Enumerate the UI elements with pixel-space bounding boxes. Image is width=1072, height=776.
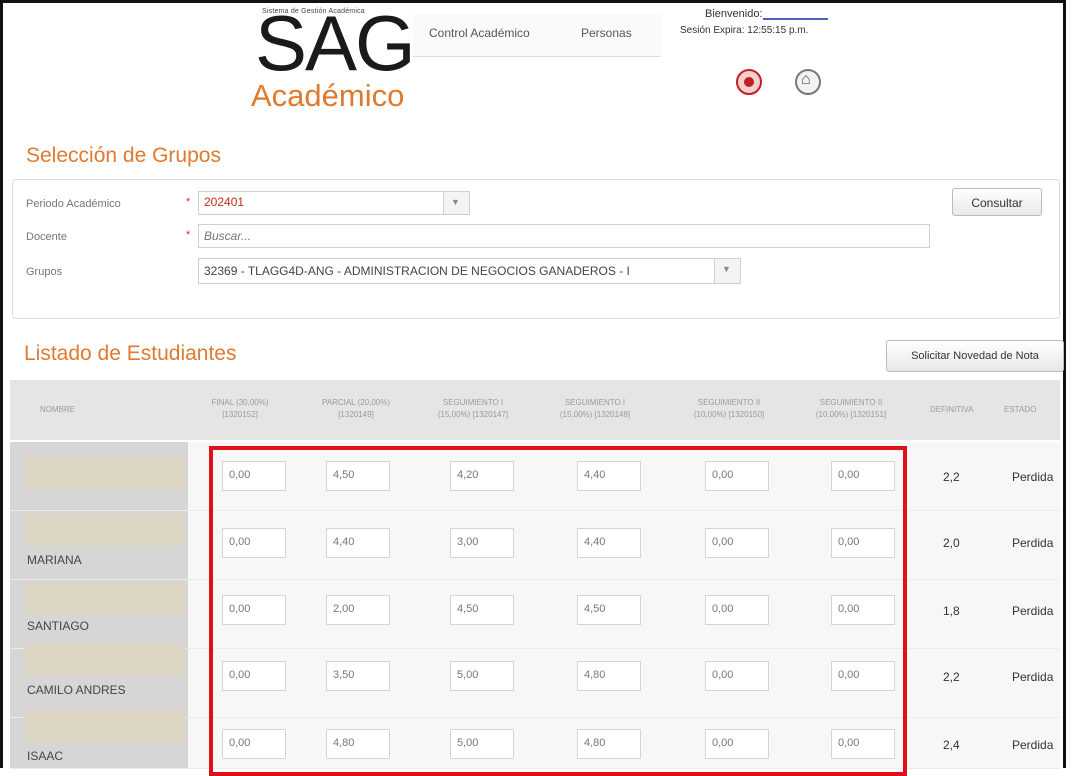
grade-input[interactable]: 0,00 (831, 461, 895, 491)
student-name: CAMILO ANDRES (27, 683, 126, 697)
grade-input[interactable]: 4,50 (326, 461, 390, 491)
grade-input[interactable]: 0,00 (831, 661, 895, 691)
estado-value: Perdida (1012, 738, 1054, 752)
grade-input[interactable]: 0,00 (222, 461, 286, 491)
logo-sag: SAG (255, 0, 416, 87)
grade-input[interactable]: 5,00 (450, 729, 514, 759)
grade-input[interactable]: 0,00 (222, 528, 286, 558)
column-header-seguimiento-2b: SEGUIMIENTO II (10,00%) [1320151] (815, 398, 887, 419)
docente-label: Docente (26, 231, 67, 243)
definitiva-value: 1,8 (943, 604, 960, 618)
grade-input[interactable]: 4,80 (577, 729, 641, 759)
grade-input[interactable]: 5,00 (450, 661, 514, 691)
estado-value: Perdida (1012, 536, 1054, 550)
definitiva-value: 2,2 (943, 470, 960, 484)
redacted-name (25, 514, 185, 546)
required-mark: * (186, 196, 191, 208)
top-navigation: Control Académico Personas (413, 14, 661, 57)
students-section-title: Listado de Estudiantes (24, 342, 237, 365)
grade-input[interactable]: 0,00 (222, 595, 286, 625)
chevron-down-icon[interactable] (714, 259, 740, 283)
grupos-select[interactable]: 32369 - TLAGG4D-ANG - ADMINISTRACION DE … (198, 258, 741, 284)
nav-control-academico[interactable]: Control Académico (429, 26, 530, 40)
redacted-name (25, 583, 185, 615)
grade-input[interactable]: 4,50 (450, 595, 514, 625)
column-header-parcial: PARCIAL (20,00%) [1320149] (321, 398, 391, 419)
grade-input[interactable]: 0,00 (831, 595, 895, 625)
column-header-final: FINAL (30,00%) [1320152] (211, 398, 269, 419)
welcome-text: Bienvenido: (705, 8, 763, 20)
estado-value: Perdida (1012, 604, 1054, 618)
grade-input[interactable]: 4,80 (326, 729, 390, 759)
periodo-select[interactable]: 202401 (198, 191, 470, 215)
grupos-label: Grupos (26, 266, 63, 278)
filter-panel (12, 179, 1060, 319)
docente-search-input[interactable] (198, 224, 930, 248)
column-header-definitiva: DEFINITIVA (930, 405, 974, 414)
consultar-button[interactable]: Consultar (952, 188, 1042, 216)
logout-icon[interactable] (736, 69, 762, 95)
definitiva-value: 2,4 (943, 738, 960, 752)
column-header-seguimiento-1a: SEGUIMIENTO I (15,00%) [1320147] (437, 398, 509, 419)
student-name: ISAAC (27, 749, 64, 763)
grade-input[interactable]: 0,00 (705, 729, 769, 759)
grade-input[interactable]: 4,50 (577, 595, 641, 625)
definitiva-value: 2,2 (943, 670, 960, 684)
grade-input[interactable]: 2,00 (326, 595, 390, 625)
grade-input[interactable]: 4,40 (577, 461, 641, 491)
grade-input[interactable]: 4,40 (577, 528, 641, 558)
grade-input[interactable]: 0,00 (705, 461, 769, 491)
grupos-select-value: 32369 - TLAGG4D-ANG - ADMINISTRACION DE … (204, 264, 630, 278)
grade-input[interactable]: 4,20 (450, 461, 514, 491)
definitiva-value: 2,0 (943, 536, 960, 550)
grade-input[interactable]: 3,00 (450, 528, 514, 558)
grade-input[interactable]: 4,80 (577, 661, 641, 691)
column-header-nombre: NOMBRE (40, 405, 76, 414)
grade-input[interactable]: 0,00 (222, 729, 286, 759)
chevron-down-icon[interactable] (443, 192, 469, 214)
required-mark: * (186, 229, 191, 241)
periodo-select-value: 202401 (204, 195, 245, 209)
column-header-seguimiento-2a: SEGUIMIENTO II (10,00%) [1320150] (693, 398, 765, 419)
logo-academico: Académico (251, 78, 405, 113)
groups-section-title: Selección de Grupos (26, 144, 221, 167)
grade-input[interactable]: 0,00 (705, 528, 769, 558)
estado-value: Perdida (1012, 670, 1054, 684)
nav-personas[interactable]: Personas (581, 26, 632, 40)
estado-value: Perdida (1012, 470, 1054, 484)
grade-input[interactable]: 0,00 (705, 595, 769, 625)
welcome-user-underline (763, 18, 828, 20)
grade-input[interactable]: 0,00 (831, 528, 895, 558)
grade-input[interactable]: 0,00 (705, 661, 769, 691)
periodo-label: Periodo Académico (26, 198, 121, 210)
column-header-seguimiento-1b: SEGUIMIENTO I (15,00%) [1320148] (559, 398, 631, 419)
student-name: MARIANA (27, 553, 82, 567)
grade-input[interactable]: 3,50 (326, 661, 390, 691)
column-header-estado: ESTADO (1004, 405, 1037, 414)
grade-input[interactable]: 4,40 (326, 528, 390, 558)
student-name: SANTIAGO (27, 619, 90, 633)
grade-input[interactable]: 0,00 (222, 661, 286, 691)
home-icon[interactable] (795, 69, 821, 95)
redacted-name (25, 456, 185, 489)
solicitar-novedad-button[interactable]: Solicitar Novedad de Nota (886, 340, 1064, 372)
redacted-name (25, 710, 185, 742)
redacted-name (25, 644, 185, 676)
grade-input[interactable]: 0,00 (831, 729, 895, 759)
session-expiry: Sesión Expira: 12:55:15 p.m. (680, 25, 809, 36)
